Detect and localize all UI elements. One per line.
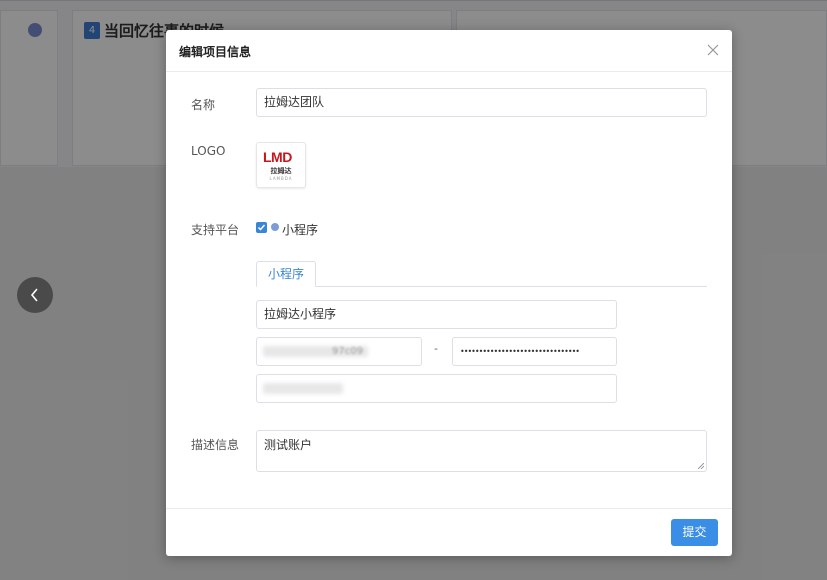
miniapp-checkbox[interactable] (256, 222, 267, 233)
secret-input[interactable]: •••••••••••••••••••••••••••••••• (452, 337, 617, 366)
name-label: 名称 (191, 98, 216, 112)
separator: - (434, 342, 438, 355)
platform-label: 支持平台 (191, 223, 240, 237)
miniapp-name-input[interactable]: 拉姆达小程序 (256, 300, 617, 329)
logo-subtitle: 拉姆达 (270, 167, 292, 175)
appid-input[interactable]: 97c09 (256, 337, 422, 366)
blurred-value (263, 383, 343, 394)
dialog-header: 编辑项目信息 (166, 30, 732, 72)
resize-handle-icon[interactable] (698, 463, 704, 469)
tab-bar (256, 286, 707, 287)
miniapp-checkbox-label[interactable]: 小程序 (282, 221, 318, 238)
submit-button[interactable]: 提交 (671, 519, 718, 546)
logo-tagline: LAMBDA (269, 176, 293, 181)
chevron-left-icon (30, 288, 38, 302)
edit-project-dialog: 编辑项目信息 名称 拉姆达团队 LOGO LMD 拉姆达 LAMBDA 支持平台… (166, 30, 732, 556)
dialog-title: 编辑项目信息 (179, 45, 252, 59)
logo-mark: LMD (263, 149, 292, 165)
extra-config-input[interactable] (256, 374, 617, 403)
description-text: 测试账户 (264, 438, 313, 452)
miniapp-icon (271, 223, 279, 231)
description-textarea[interactable]: 测试账户 (256, 430, 707, 472)
name-input[interactable]: 拉姆达团队 (256, 88, 707, 117)
logo-upload[interactable]: LMD 拉姆达 LAMBDA (256, 142, 306, 188)
logo-label: LOGO (191, 144, 226, 158)
previous-button[interactable] (17, 277, 53, 313)
check-icon (257, 224, 266, 231)
close-icon[interactable] (706, 43, 720, 57)
description-label: 描述信息 (191, 438, 240, 452)
appid-fragment: 97c09 (332, 346, 363, 357)
dialog-footer-divider (166, 508, 732, 509)
tab-miniapp[interactable]: 小程序 (256, 261, 316, 287)
